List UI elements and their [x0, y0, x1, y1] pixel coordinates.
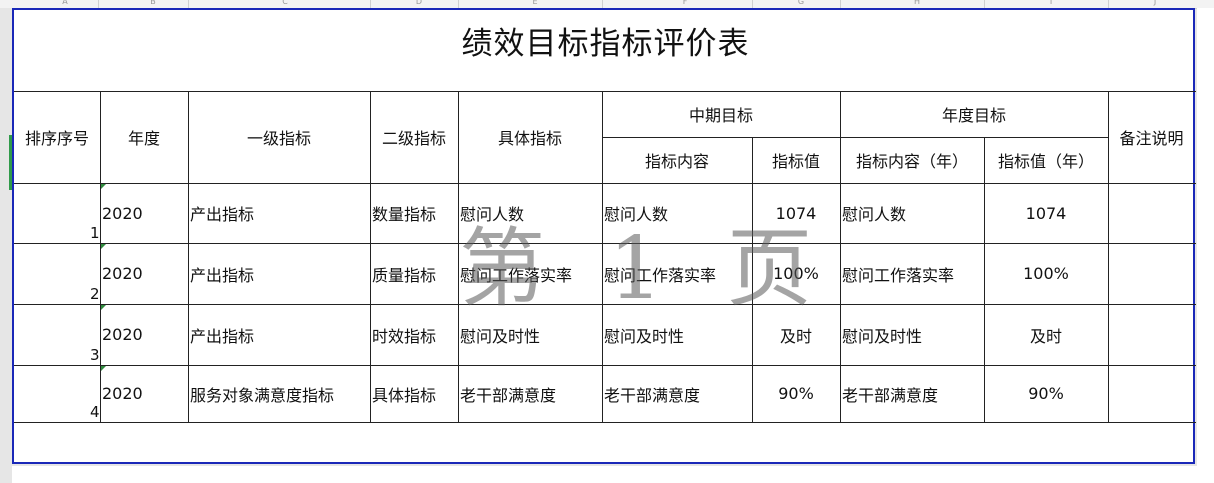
- cell-annual-value[interactable]: 1074: [984, 183, 1108, 243]
- header-annual[interactable]: 年度目标: [840, 91, 1108, 137]
- cell-mid-content[interactable]: 慰问工作落实率: [602, 243, 752, 304]
- cell-annual-content[interactable]: 老干部满意度: [840, 365, 984, 422]
- header-annual-value[interactable]: 指标值（年）: [984, 137, 1108, 183]
- cell-specific[interactable]: 慰问及时性: [458, 304, 602, 365]
- cell-level2[interactable]: 数量指标: [370, 183, 458, 243]
- cell-mid-content[interactable]: 慰问及时性: [602, 304, 752, 365]
- cell-remark[interactable]: [1108, 365, 1195, 422]
- header-year[interactable]: 年度: [100, 91, 188, 183]
- column-letter[interactable]: J: [1150, 0, 1160, 6]
- cell-year[interactable]: 2020: [100, 183, 188, 243]
- cell-level1[interactable]: 产出指标: [188, 304, 370, 365]
- page-title: 绩效目标指标评价表: [461, 26, 750, 62]
- cell-annual-content[interactable]: 慰问及时性: [840, 304, 984, 365]
- cell-mid-value[interactable]: 1074: [752, 183, 840, 243]
- header-mid-term[interactable]: 中期目标: [602, 91, 840, 137]
- cell-mid-content[interactable]: 老干部满意度: [602, 365, 752, 422]
- header-specific[interactable]: 具体指标: [458, 91, 602, 183]
- column-letter[interactable]: A: [60, 0, 70, 6]
- cell-specific[interactable]: 慰问工作落实率: [458, 243, 602, 304]
- cell-level2[interactable]: 质量指标: [370, 243, 458, 304]
- cell-level1[interactable]: 产出指标: [188, 183, 370, 243]
- column-letter[interactable]: C: [280, 0, 290, 6]
- row-seq-number[interactable]: 2: [90, 285, 100, 303]
- cell-remark[interactable]: [1108, 183, 1195, 243]
- grid-line: [14, 422, 1196, 423]
- header-level2[interactable]: 二级指标: [370, 91, 458, 183]
- cell-mid-content[interactable]: 慰问人数: [602, 183, 752, 243]
- column-letter[interactable]: E: [530, 0, 540, 6]
- row-seq-number[interactable]: 1: [90, 224, 100, 242]
- column-letter[interactable]: H: [912, 0, 922, 6]
- cell-level1[interactable]: 产出指标: [188, 243, 370, 304]
- cell-mid-value[interactable]: 100%: [752, 243, 840, 304]
- cell-year[interactable]: 2020: [100, 243, 188, 304]
- column-letter[interactable]: I: [1046, 0, 1056, 6]
- cell-level2[interactable]: 时效指标: [370, 304, 458, 365]
- row-seq-number[interactable]: 4: [90, 403, 100, 421]
- column-letter[interactable]: G: [796, 0, 806, 6]
- column-letter[interactable]: B: [148, 0, 158, 6]
- header-seq[interactable]: 排序序号: [14, 91, 100, 183]
- print-area: 绩效目标指标评价表 排序序号 年度 一级指标 二级指标 具体指标 中期目标 年度目标 备注说明…: [12, 8, 1196, 464]
- cell-annual-value[interactable]: 100%: [984, 243, 1108, 304]
- sheet-margin-right: [1197, 8, 1214, 483]
- sheet-margin-bottom: [12, 466, 1214, 483]
- cell-annual-content[interactable]: 慰问工作落实率: [840, 243, 984, 304]
- header-mid-value[interactable]: 指标值: [752, 137, 840, 183]
- header-mid-content[interactable]: 指标内容: [602, 137, 752, 183]
- cell-mid-value[interactable]: 90%: [752, 365, 840, 422]
- header-annual-content[interactable]: 指标内容（年）: [840, 137, 984, 183]
- header-level1[interactable]: 一级指标: [188, 91, 370, 183]
- header-remark[interactable]: 备注说明: [1108, 91, 1195, 183]
- column-letter[interactable]: D: [414, 0, 424, 6]
- row-gutter: [0, 8, 12, 483]
- cell-level1[interactable]: 服务对象满意度指标: [188, 365, 370, 422]
- cell-remark[interactable]: [1108, 243, 1195, 304]
- cell-remark[interactable]: [1108, 304, 1195, 365]
- cell-annual-content[interactable]: 慰问人数: [840, 183, 984, 243]
- cell-specific[interactable]: 老干部满意度: [458, 365, 602, 422]
- cell-specific[interactable]: 慰问人数: [458, 183, 602, 243]
- cell-year[interactable]: 2020: [100, 304, 188, 365]
- row-seq-number[interactable]: 3: [90, 346, 100, 364]
- cell-year[interactable]: 2020: [100, 365, 188, 422]
- cell-level2[interactable]: 具体指标: [370, 365, 458, 422]
- cell-mid-value[interactable]: 及时: [752, 304, 840, 365]
- cell-annual-value[interactable]: 90%: [984, 365, 1108, 422]
- cell-annual-value[interactable]: 及时: [984, 304, 1108, 365]
- column-letter[interactable]: F: [680, 0, 690, 6]
